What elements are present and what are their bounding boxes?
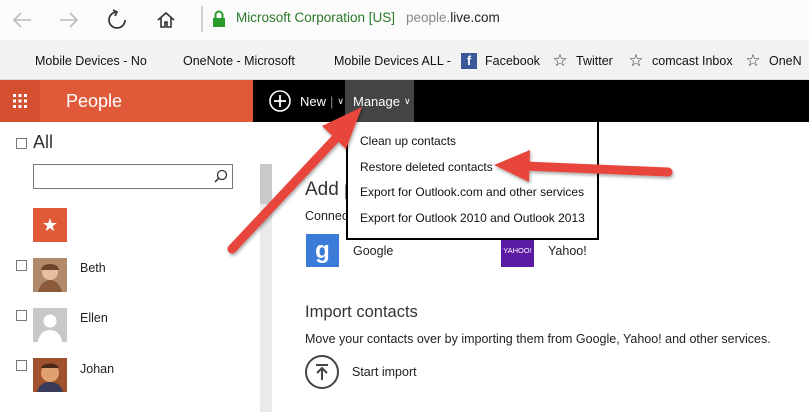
connect-text: Connec — [305, 209, 349, 223]
sidebar-scrollbar-thumb[interactable] — [260, 164, 272, 204]
favorite-onenote-microsoft[interactable]: OneNote - Microsoft — [159, 52, 295, 70]
all-contacts-heading: All — [33, 132, 54, 152]
favorite-label: Facebook — [485, 54, 540, 68]
favorite-mobile-devices-all[interactable]: Mobile Devices ALL - — [310, 52, 451, 70]
favorites-star-icon[interactable]: ★ — [33, 208, 67, 242]
menu-item-clean-up-contacts[interactable]: Clean up contacts — [360, 134, 456, 148]
star-icon: ☆ — [745, 51, 761, 70]
favorite-twitter[interactable]: ☆ Twitter — [552, 51, 613, 70]
chevron-down-icon[interactable]: ∨ — [337, 96, 344, 107]
microsoft-logo-icon — [11, 53, 27, 69]
toolbar-divider — [201, 6, 203, 32]
contact-checkbox[interactable] — [16, 360, 27, 371]
import-contacts-heading: Import contacts — [305, 303, 418, 321]
favorite-mobile-devices-no[interactable]: Mobile Devices - No — [11, 52, 147, 70]
menu-item-export-outlook-2010-2013[interactable]: Export for Outlook 2010 and Outlook 2013 — [360, 211, 585, 225]
contact-checkbox[interactable] — [16, 310, 27, 321]
facebook-icon: f — [461, 53, 477, 69]
contact-avatar-ellen — [33, 308, 67, 342]
favorite-label: OneNote - Microsoft — [183, 54, 295, 68]
manage-button[interactable]: Manage ∨ — [345, 80, 414, 122]
contact-name[interactable]: Beth — [80, 261, 106, 275]
microsoft-logo-icon — [310, 53, 326, 69]
contact-search-input[interactable] — [33, 164, 233, 189]
star-icon: ☆ — [552, 51, 568, 70]
forward-arrow-icon[interactable] — [55, 6, 83, 34]
contact-avatar-beth — [33, 258, 67, 292]
menu-item-export-outlook-com[interactable]: Export for Outlook.com and other service… — [360, 185, 584, 199]
search-icon[interactable] — [214, 169, 228, 188]
browser-toolbar: Microsoft Corporation [US] people.live.c… — [0, 0, 809, 40]
contact-checkbox[interactable] — [16, 260, 27, 271]
contact-avatar-johan — [33, 358, 67, 392]
upload-arrow-icon[interactable] — [305, 355, 339, 389]
new-button[interactable]: New | ∨ — [268, 88, 344, 114]
app-launcher-icon[interactable] — [0, 80, 40, 122]
app-header: People New | ∨ Manage ∨ — [0, 80, 809, 122]
site-identity-badge[interactable]: Microsoft Corporation [US] — [236, 10, 395, 25]
contacts-sidebar: All ★ Beth Ellen Johan — [0, 122, 272, 412]
home-icon[interactable] — [152, 6, 180, 34]
favorite-label: OneN — [769, 54, 802, 68]
google-connect-link[interactable]: Google — [353, 244, 393, 258]
google-icon[interactable]: g — [306, 234, 339, 267]
url-prefix: people. — [406, 10, 451, 25]
new-separator: | — [330, 93, 334, 109]
lock-icon[interactable] — [212, 10, 226, 28]
menu-item-restore-deleted-contacts[interactable]: Restore deleted contacts — [360, 160, 493, 174]
new-button-label: New — [300, 93, 327, 109]
contact-name[interactable]: Ellen — [80, 311, 108, 325]
favorite-label: Mobile Devices - No — [35, 54, 147, 68]
app-brand-area: People — [0, 80, 253, 122]
address-field[interactable]: people.live.com — [406, 10, 500, 25]
favorite-label: Twitter — [576, 54, 613, 68]
favorite-facebook[interactable]: f Facebook — [461, 52, 540, 70]
chevron-down-icon: ∨ — [403, 95, 411, 106]
star-icon: ☆ — [628, 51, 644, 70]
manage-dropdown-menu: Clean up contacts Restore deleted contac… — [346, 122, 599, 240]
manage-button-label: Manage — [353, 93, 400, 109]
yahoo-connect-link[interactable]: Yahoo! — [548, 244, 587, 258]
plus-circle-icon — [268, 89, 292, 113]
refresh-icon[interactable] — [103, 6, 131, 34]
favorites-bar: Mobile Devices - No OneNote - Microsoft … — [0, 40, 809, 80]
back-arrow-icon[interactable] — [8, 6, 36, 34]
url-domain: live.com — [450, 10, 500, 25]
microsoft-logo-icon — [159, 53, 175, 69]
start-import-link[interactable]: Start import — [352, 365, 417, 379]
favorite-label: comcast Inbox — [652, 54, 733, 68]
select-all-checkbox[interactable] — [16, 138, 27, 149]
favorite-onenote[interactable]: ☆ OneN — [745, 51, 802, 70]
app-title[interactable]: People — [66, 91, 122, 112]
contact-name[interactable]: Johan — [80, 362, 114, 376]
favorite-label: Mobile Devices ALL - — [334, 54, 451, 68]
favorite-comcast-inbox[interactable]: ☆ comcast Inbox — [628, 51, 733, 70]
import-description: Move your contacts over by importing the… — [305, 332, 771, 346]
